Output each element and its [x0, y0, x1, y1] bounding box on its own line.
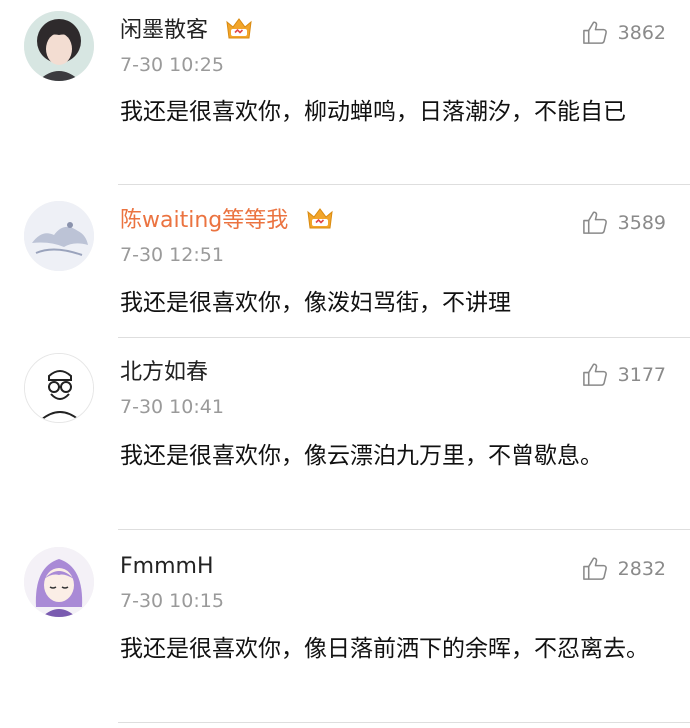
like-button[interactable]: 2832 [581, 555, 666, 582]
divider [118, 337, 690, 338]
username[interactable]: 闲墨散客 [120, 14, 208, 48]
crown-icon [306, 206, 334, 232]
thumbs-up-icon [581, 555, 608, 582]
divider [118, 184, 690, 185]
like-count: 2832 [617, 557, 666, 580]
timestamp: 7-30 10:25 [120, 54, 224, 76]
thumbs-up-icon [581, 209, 608, 236]
comment-item: 北方如春 7-30 10:41 3177 我还是很喜欢你，像云漂泊九万里，不曾歇… [0, 342, 690, 530]
timestamp: 7-30 10:41 [120, 396, 224, 418]
divider [118, 722, 690, 723]
comment-text: 我还是很喜欢你，柳动蝉鸣，日落潮汐，不能自已 [120, 99, 626, 125]
timestamp: 7-30 10:15 [120, 590, 224, 612]
timestamp: 7-30 12:51 [120, 244, 224, 266]
like-button[interactable]: 3862 [581, 19, 666, 46]
username[interactable]: 陈waiting等等我 [120, 204, 288, 238]
comment-text: 我还是很喜欢你，像云漂泊九万里，不曾歇息。 [120, 443, 603, 469]
crown-icon [225, 16, 253, 42]
like-button[interactable]: 3589 [581, 209, 666, 236]
comment-text: 我还是很喜欢你，像日落前洒下的余晖，不忍离去。 [120, 636, 649, 662]
thumbs-up-icon [581, 361, 608, 388]
thumbs-up-icon [581, 19, 608, 46]
avatar[interactable] [24, 547, 94, 617]
comment-item: FmmmH 7-30 10:15 2832 我还是很喜欢你，像日落前洒下的余晖，… [0, 536, 690, 728]
like-count: 3862 [617, 21, 666, 44]
divider [118, 529, 690, 530]
avatar[interactable] [24, 201, 94, 271]
like-count: 3177 [617, 363, 666, 386]
comment-text: 我还是很喜欢你，像泼妇骂街，不讲理 [120, 290, 511, 316]
username[interactable]: 北方如春 [120, 356, 208, 390]
avatar[interactable] [24, 11, 94, 81]
username[interactable]: FmmmH [120, 550, 214, 584]
like-button[interactable]: 3177 [581, 361, 666, 388]
avatar[interactable] [24, 353, 94, 423]
comment-item: 闲墨散客 7-30 10:25 3862 我还是很喜欢你，柳动蝉鸣，日落潮汐，不… [0, 0, 690, 185]
like-count: 3589 [617, 211, 666, 234]
comment-item: 陈waiting等等我 7-30 12:51 3589 我还是很喜欢你，像泼妇骂… [0, 190, 690, 338]
comment-list: 闲墨散客 7-30 10:25 3862 我还是很喜欢你，柳动蝉鸣，日落潮汐，不… [0, 0, 690, 728]
